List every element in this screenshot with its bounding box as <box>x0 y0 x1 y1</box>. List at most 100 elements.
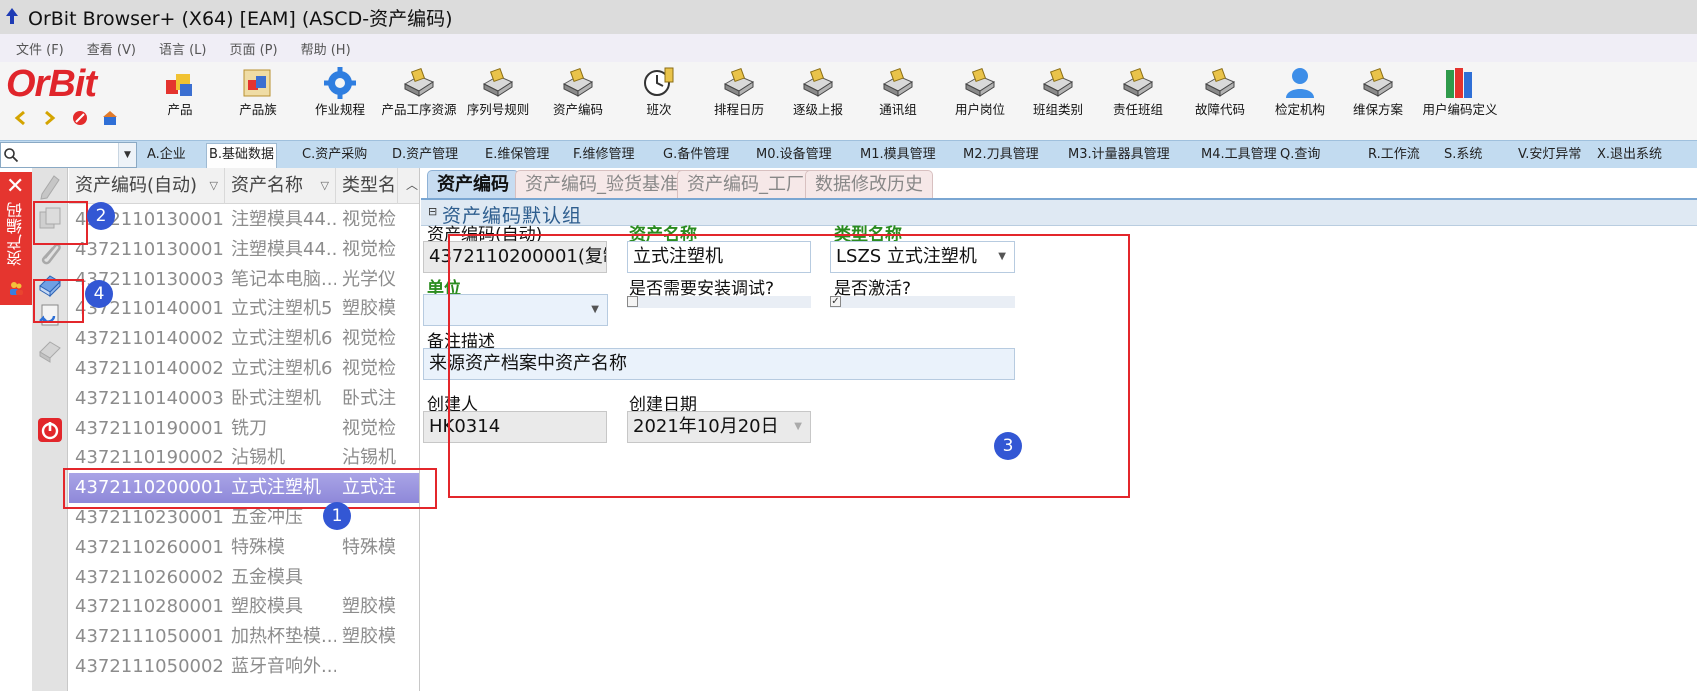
search-dropdown-icon[interactable]: ▼ <box>118 143 136 167</box>
module-tab[interactable]: F.维修管理 <box>571 144 637 166</box>
module-tab[interactable]: M4.工具管理 <box>1199 144 1279 166</box>
menu-help[interactable]: 帮助 (H) <box>301 39 351 58</box>
forward-arrow-icon[interactable] <box>40 108 60 128</box>
tab-factory[interactable]: 资产编码_工厂 <box>677 170 814 198</box>
edit-icon[interactable] <box>36 172 64 200</box>
toolbar-button-label: 资产编码 <box>552 102 603 117</box>
toolbar-button[interactable]: 用户编码定义 <box>1420 62 1500 140</box>
table-row[interactable]: 4372110140002 立式注塑机6 视觉检 <box>69 324 419 354</box>
table-row[interactable]: 4372110260001 特殊模 特殊模 <box>69 533 419 563</box>
toolbar-button[interactable]: 产品 <box>150 62 210 140</box>
books-icon <box>1442 64 1478 102</box>
menu-view[interactable]: 查看 (V) <box>87 39 136 58</box>
annotation-box-copy <box>33 201 88 245</box>
toolbar-button[interactable]: 排程日历 <box>704 62 774 140</box>
tab-edit-history[interactable]: 数据修改历史 <box>805 170 933 198</box>
module-tab[interactable]: V.安灯异常 <box>1516 144 1583 166</box>
column-asset-name[interactable]: 资产名称 ▽ <box>225 168 336 204</box>
table-row[interactable]: 4372110190001 铣刀 视觉检 <box>69 414 419 444</box>
asset-code-side-tab[interactable]: ✕ 资产编码 <box>0 172 32 305</box>
table-cell: 笔记本电脑... <box>231 268 336 290</box>
filter-icon[interactable]: ▽ <box>210 168 218 204</box>
toolbar-button[interactable]: 检定机构 <box>1265 62 1335 140</box>
annotation-badge-3: 3 <box>994 432 1022 460</box>
module-tab[interactable]: A.企业 <box>145 144 188 166</box>
table-row[interactable]: 4372110260002 五金模具 <box>69 563 419 593</box>
column-type-name-label: 类型名 <box>342 175 396 196</box>
collapse-icon[interactable]: ⊟ <box>428 205 437 218</box>
tab-asset-code[interactable]: 资产编码 <box>427 170 519 198</box>
table-cell: 视觉检 <box>342 209 396 230</box>
scroll-up-icon[interactable]: ︿ <box>406 176 419 193</box>
toolbar-button[interactable]: 维保方案 <box>1343 62 1413 140</box>
module-tab[interactable]: M0.设备管理 <box>754 144 834 166</box>
menu-page[interactable]: 页面 (P) <box>229 39 277 58</box>
table-row[interactable]: 4372110140002 立式注塑机6 视觉检 <box>69 354 419 384</box>
toolbar-button[interactable]: 用户岗位 <box>945 62 1015 140</box>
column-asset-code[interactable]: 资产编码(自动) ▽ <box>69 168 225 204</box>
group-header[interactable]: ⊟ 资产编码默认组 <box>421 198 1697 227</box>
toolbar-button[interactable]: 故障代码 <box>1185 62 1255 140</box>
filter-icon[interactable]: ▽ <box>321 168 329 204</box>
toolbar-button-label: 逐级上报 <box>792 102 843 117</box>
asset-grid: 资产编码(自动) ▽ 资产名称 ▽ 类型名 ︿ 4372110130001 注塑模… <box>69 168 420 691</box>
toolbar-button[interactable]: 作业规程 <box>305 62 375 140</box>
module-tab[interactable]: M2.刀具管理 <box>961 144 1041 166</box>
stop-icon[interactable] <box>70 108 90 128</box>
table-row[interactable]: 4372110130001 注塑模具44... 视觉检 <box>69 235 419 265</box>
tab-inspection-standard[interactable]: 资产编码_验货基准 <box>515 170 688 198</box>
toolbar-button[interactable]: 产品族 <box>228 62 288 140</box>
table-cell: 立式注塑机5 <box>231 298 333 320</box>
module-tab[interactable]: E.维保管理 <box>483 144 551 166</box>
printer-icon <box>1202 64 1238 102</box>
toolbar-button[interactable]: 产品工序资源 <box>380 62 458 140</box>
table-row[interactable]: 4372110140001 立式注塑机5 塑胶模 <box>69 294 419 324</box>
module-tab[interactable]: C.资产采购 <box>300 144 369 166</box>
table-cell: 视觉检 <box>342 238 396 260</box>
printer-icon <box>480 64 516 102</box>
printer-icon <box>721 64 757 102</box>
table-row[interactable]: 4372111050002 蓝牙音响外... <box>69 652 419 682</box>
module-tab[interactable]: G.备件管理 <box>661 144 731 166</box>
home-icon[interactable] <box>100 108 120 128</box>
module-search[interactable]: ▼ <box>0 142 137 168</box>
table-row[interactable]: 4372110130003 笔记本电脑... 光学仪 <box>69 265 419 295</box>
toolbar-button[interactable]: 班次 <box>629 62 689 140</box>
power-icon[interactable] <box>36 416 64 444</box>
table-row[interactable]: 4372110130001 注塑模具44... 视觉检 <box>69 205 419 235</box>
module-tab[interactable]: M3.计量器具管理 <box>1066 144 1172 166</box>
toolbar-button[interactable]: 资产编码 <box>543 62 613 140</box>
table-cell: 立式注塑机6 <box>231 358 333 379</box>
toolbar-button[interactable]: 班组类别 <box>1023 62 1093 140</box>
module-tab[interactable]: M1.模具管理 <box>858 144 938 166</box>
column-type-name[interactable]: 类型名 <box>336 168 398 204</box>
toolbar-button[interactable]: 逐级上报 <box>783 62 853 140</box>
back-arrow-icon[interactable] <box>10 108 30 128</box>
module-tab[interactable]: X.退出系统 <box>1595 144 1664 166</box>
module-tab[interactable]: R.工作流 <box>1366 144 1422 166</box>
table-cell: 卧式注 <box>342 387 396 409</box>
table-cell: 塑胶模 <box>342 596 396 618</box>
delete-icon[interactable] <box>36 336 64 364</box>
module-tab[interactable]: S.系统 <box>1442 144 1484 166</box>
side-tool-strip <box>32 168 68 691</box>
form-tabs: 资产编码 资产编码_验货基准 资产编码_工厂 数据修改历史 <box>421 168 1697 198</box>
orbit-logo: OrBit <box>0 62 140 140</box>
table-row[interactable]: 4372110140003 卧式注塑机 卧式注 <box>69 384 419 414</box>
menu-bar: 文件 (F) 查看 (V) 语言 (L) 页面 (P) 帮助 (H) <box>0 34 1697 62</box>
printer-icon <box>880 64 916 102</box>
table-cell: 注塑模具44... <box>231 209 336 230</box>
module-tab[interactable]: D.资产管理 <box>390 144 460 166</box>
close-icon[interactable]: ✕ <box>6 176 24 198</box>
menu-language[interactable]: 语言 (L) <box>159 39 207 58</box>
table-row[interactable]: 4372111050001 加热杯垫模... 塑胶模 <box>69 622 419 652</box>
menu-file[interactable]: 文件 (F) <box>16 39 64 58</box>
toolbar-button[interactable]: 责任班组 <box>1103 62 1173 140</box>
table-row[interactable]: 4372110280001 塑胶模具 塑胶模 <box>69 592 419 622</box>
module-tab[interactable]: B.基础数据 <box>206 143 278 168</box>
table-cell: 4372110280001 <box>75 596 224 618</box>
toolbar-button-label: 产品族 <box>239 102 277 117</box>
module-tab[interactable]: Q.查询 <box>1278 144 1322 166</box>
toolbar-button[interactable]: 通讯组 <box>868 62 928 140</box>
toolbar-button[interactable]: 序列号规则 <box>458 62 538 140</box>
